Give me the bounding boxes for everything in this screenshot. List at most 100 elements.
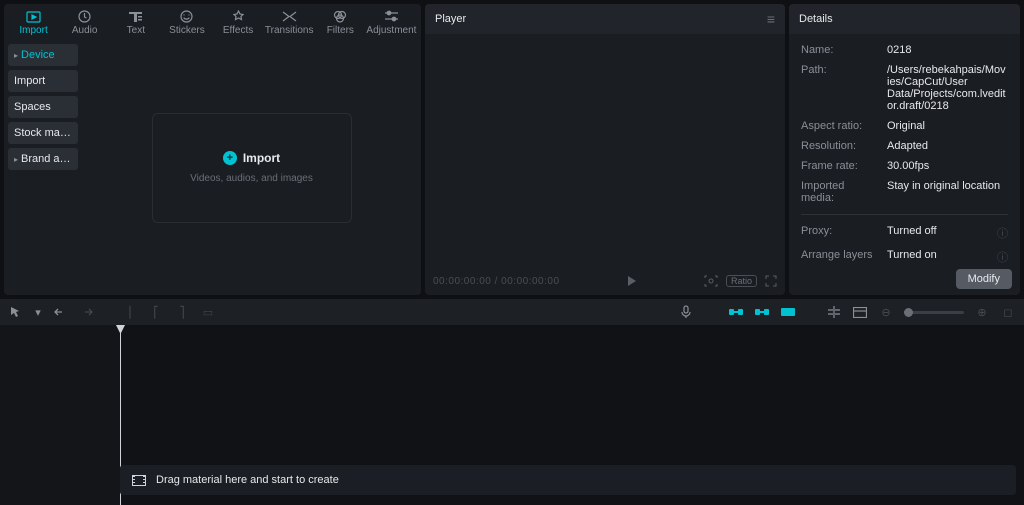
cursor-tool-icon[interactable]: [8, 304, 24, 320]
tab-label: Audio: [72, 25, 98, 36]
tab-text[interactable]: Text: [110, 4, 161, 40]
fit-icon[interactable]: ◻: [1000, 304, 1016, 320]
zoom-slider[interactable]: [904, 311, 964, 314]
player-time-current: 00:00:00:00: [433, 276, 491, 287]
drag-hint-text: Drag material here and start to create: [156, 474, 339, 486]
filters-icon: [333, 9, 347, 24]
details-value: Turned on: [887, 249, 985, 265]
import-title: Import: [243, 151, 280, 165]
timeline-gutter: [0, 325, 120, 505]
details-label: Resolution:: [801, 140, 879, 152]
player-panel: Player ≡ 00:00:00:00 / 00:00:00:00 Ratio: [425, 4, 785, 295]
details-row: Proxy: Turned off ⓘ: [801, 225, 1008, 241]
details-row: Resolution: Adapted: [801, 140, 1008, 152]
media-panel: Import Audio Text Stickers Effects Transition…: [4, 4, 421, 295]
tab-adjustment[interactable]: Adjustment: [366, 4, 417, 40]
tab-stickers[interactable]: Stickers: [161, 4, 212, 40]
cursor-dropdown-icon[interactable]: ▾: [34, 304, 42, 320]
timeline-drag-hint: Drag material here and start to create: [120, 465, 1016, 495]
split-icon[interactable]: ⎮: [122, 304, 138, 320]
tab-import[interactable]: Import: [8, 4, 59, 40]
tab-filters[interactable]: Filters: [315, 4, 366, 40]
details-row: Imported media: Stay in original location: [801, 180, 1008, 204]
details-value: 30.00fps: [887, 160, 1008, 172]
details-label: Frame rate:: [801, 160, 879, 172]
details-label: Proxy:: [801, 225, 879, 241]
delete-icon[interactable]: ▭: [200, 304, 216, 320]
sidebar-item-brand[interactable]: Brand assets: [8, 148, 78, 170]
details-row: Frame rate: 30.00fps: [801, 160, 1008, 172]
sidebar-item-stock[interactable]: Stock mate...: [8, 122, 78, 144]
tab-label: Filters: [327, 25, 354, 36]
details-label: Arrange layers: [801, 249, 879, 265]
undo-icon[interactable]: [52, 304, 68, 320]
details-value: 0218: [887, 44, 1008, 56]
link-icon[interactable]: [754, 304, 770, 320]
player-control-bar: 00:00:00:00 / 00:00:00:00 Ratio: [425, 267, 785, 295]
marker-right-icon[interactable]: ⎤: [174, 304, 190, 320]
import-subtitle: Videos, audios, and images: [190, 173, 313, 184]
modify-button[interactable]: Modify: [956, 269, 1012, 289]
tab-label: Transitions: [265, 25, 314, 36]
details-label: Aspect ratio:: [801, 120, 879, 132]
tab-effects[interactable]: Effects: [213, 4, 264, 40]
plus-icon: +: [223, 151, 237, 165]
tab-transitions[interactable]: Transitions: [264, 4, 315, 40]
player-header: Player ≡: [425, 4, 785, 34]
ratio-button[interactable]: Ratio: [726, 275, 757, 287]
mic-icon[interactable]: [678, 304, 694, 320]
media-stage: + Import Videos, audios, and images: [82, 40, 421, 295]
align-icon[interactable]: [826, 304, 842, 320]
details-panel: Details Name: 0218 Path:/Users/rebekahpais…: [789, 4, 1020, 295]
import-icon: [26, 9, 41, 24]
stickers-icon: [180, 9, 193, 24]
sidebar-item-import[interactable]: Import: [8, 70, 78, 92]
film-icon: [132, 475, 146, 486]
tab-label: Stickers: [169, 25, 205, 36]
details-row: Name: 0218: [801, 44, 1008, 56]
effects-icon: [232, 9, 245, 24]
details-row: Aspect ratio: Original: [801, 120, 1008, 132]
magnet-icon[interactable]: [728, 304, 744, 320]
details-value: Adapted: [887, 140, 1008, 152]
transitions-icon: [282, 9, 297, 24]
details-value: Turned off: [887, 225, 985, 241]
info-icon[interactable]: ⓘ: [997, 225, 1008, 241]
timeline[interactable]: Drag material here and start to create: [0, 325, 1024, 505]
details-value: /Users/rebekahpais/Movies/CapCut/User Da…: [887, 64, 1008, 112]
sidebar-item-device[interactable]: Device: [8, 44, 78, 66]
audio-icon: [78, 9, 91, 24]
details-value: Original: [887, 120, 1008, 132]
tab-label: Adjustment: [366, 25, 416, 36]
adjustment-icon: [384, 9, 399, 24]
sidebar-item-spaces[interactable]: Spaces: [8, 96, 78, 118]
zoom-in-icon[interactable]: ⊕: [974, 304, 990, 320]
fullscreen-icon[interactable]: [765, 275, 777, 287]
details-title: Details: [789, 4, 1020, 34]
preview-icon[interactable]: [780, 304, 796, 320]
redo-icon[interactable]: [78, 304, 94, 320]
import-dropzone[interactable]: + Import Videos, audios, and images: [152, 113, 352, 223]
player-time-total: 00:00:00:00: [501, 276, 559, 287]
zoom-out-icon[interactable]: ⊖: [878, 304, 894, 320]
details-label: Path:: [801, 64, 879, 112]
details-label: Name:: [801, 44, 879, 56]
player-menu-icon[interactable]: ≡: [767, 11, 775, 27]
details-row: Path:/Users/rebekahpais/Movies/CapCut/Us…: [801, 64, 1008, 112]
text-icon: [128, 9, 143, 24]
details-value: Stay in original location: [887, 180, 1008, 204]
marker-left-icon[interactable]: ⎡: [148, 304, 164, 320]
timeline-toolbar: ▾ ⎮ ⎡ ⎤ ▭ ⊖ ⊕ ◻: [0, 299, 1024, 325]
layout-icon[interactable]: [852, 304, 868, 320]
media-side-list: Device Import Spaces Stock mate... Brand ass…: [4, 40, 82, 295]
media-tab-bar: Import Audio Text Stickers Effects Transition…: [4, 4, 421, 40]
details-row: Arrange layers Turned on ⓘ: [801, 249, 1008, 265]
details-label: Imported media:: [801, 180, 879, 204]
tab-audio[interactable]: Audio: [59, 4, 110, 40]
scan-icon[interactable]: [704, 275, 718, 287]
info-icon[interactable]: ⓘ: [997, 249, 1008, 265]
player-stage: [425, 34, 785, 267]
tab-label: Effects: [223, 25, 253, 36]
play-button[interactable]: [627, 276, 637, 286]
player-title: Player: [435, 13, 466, 25]
